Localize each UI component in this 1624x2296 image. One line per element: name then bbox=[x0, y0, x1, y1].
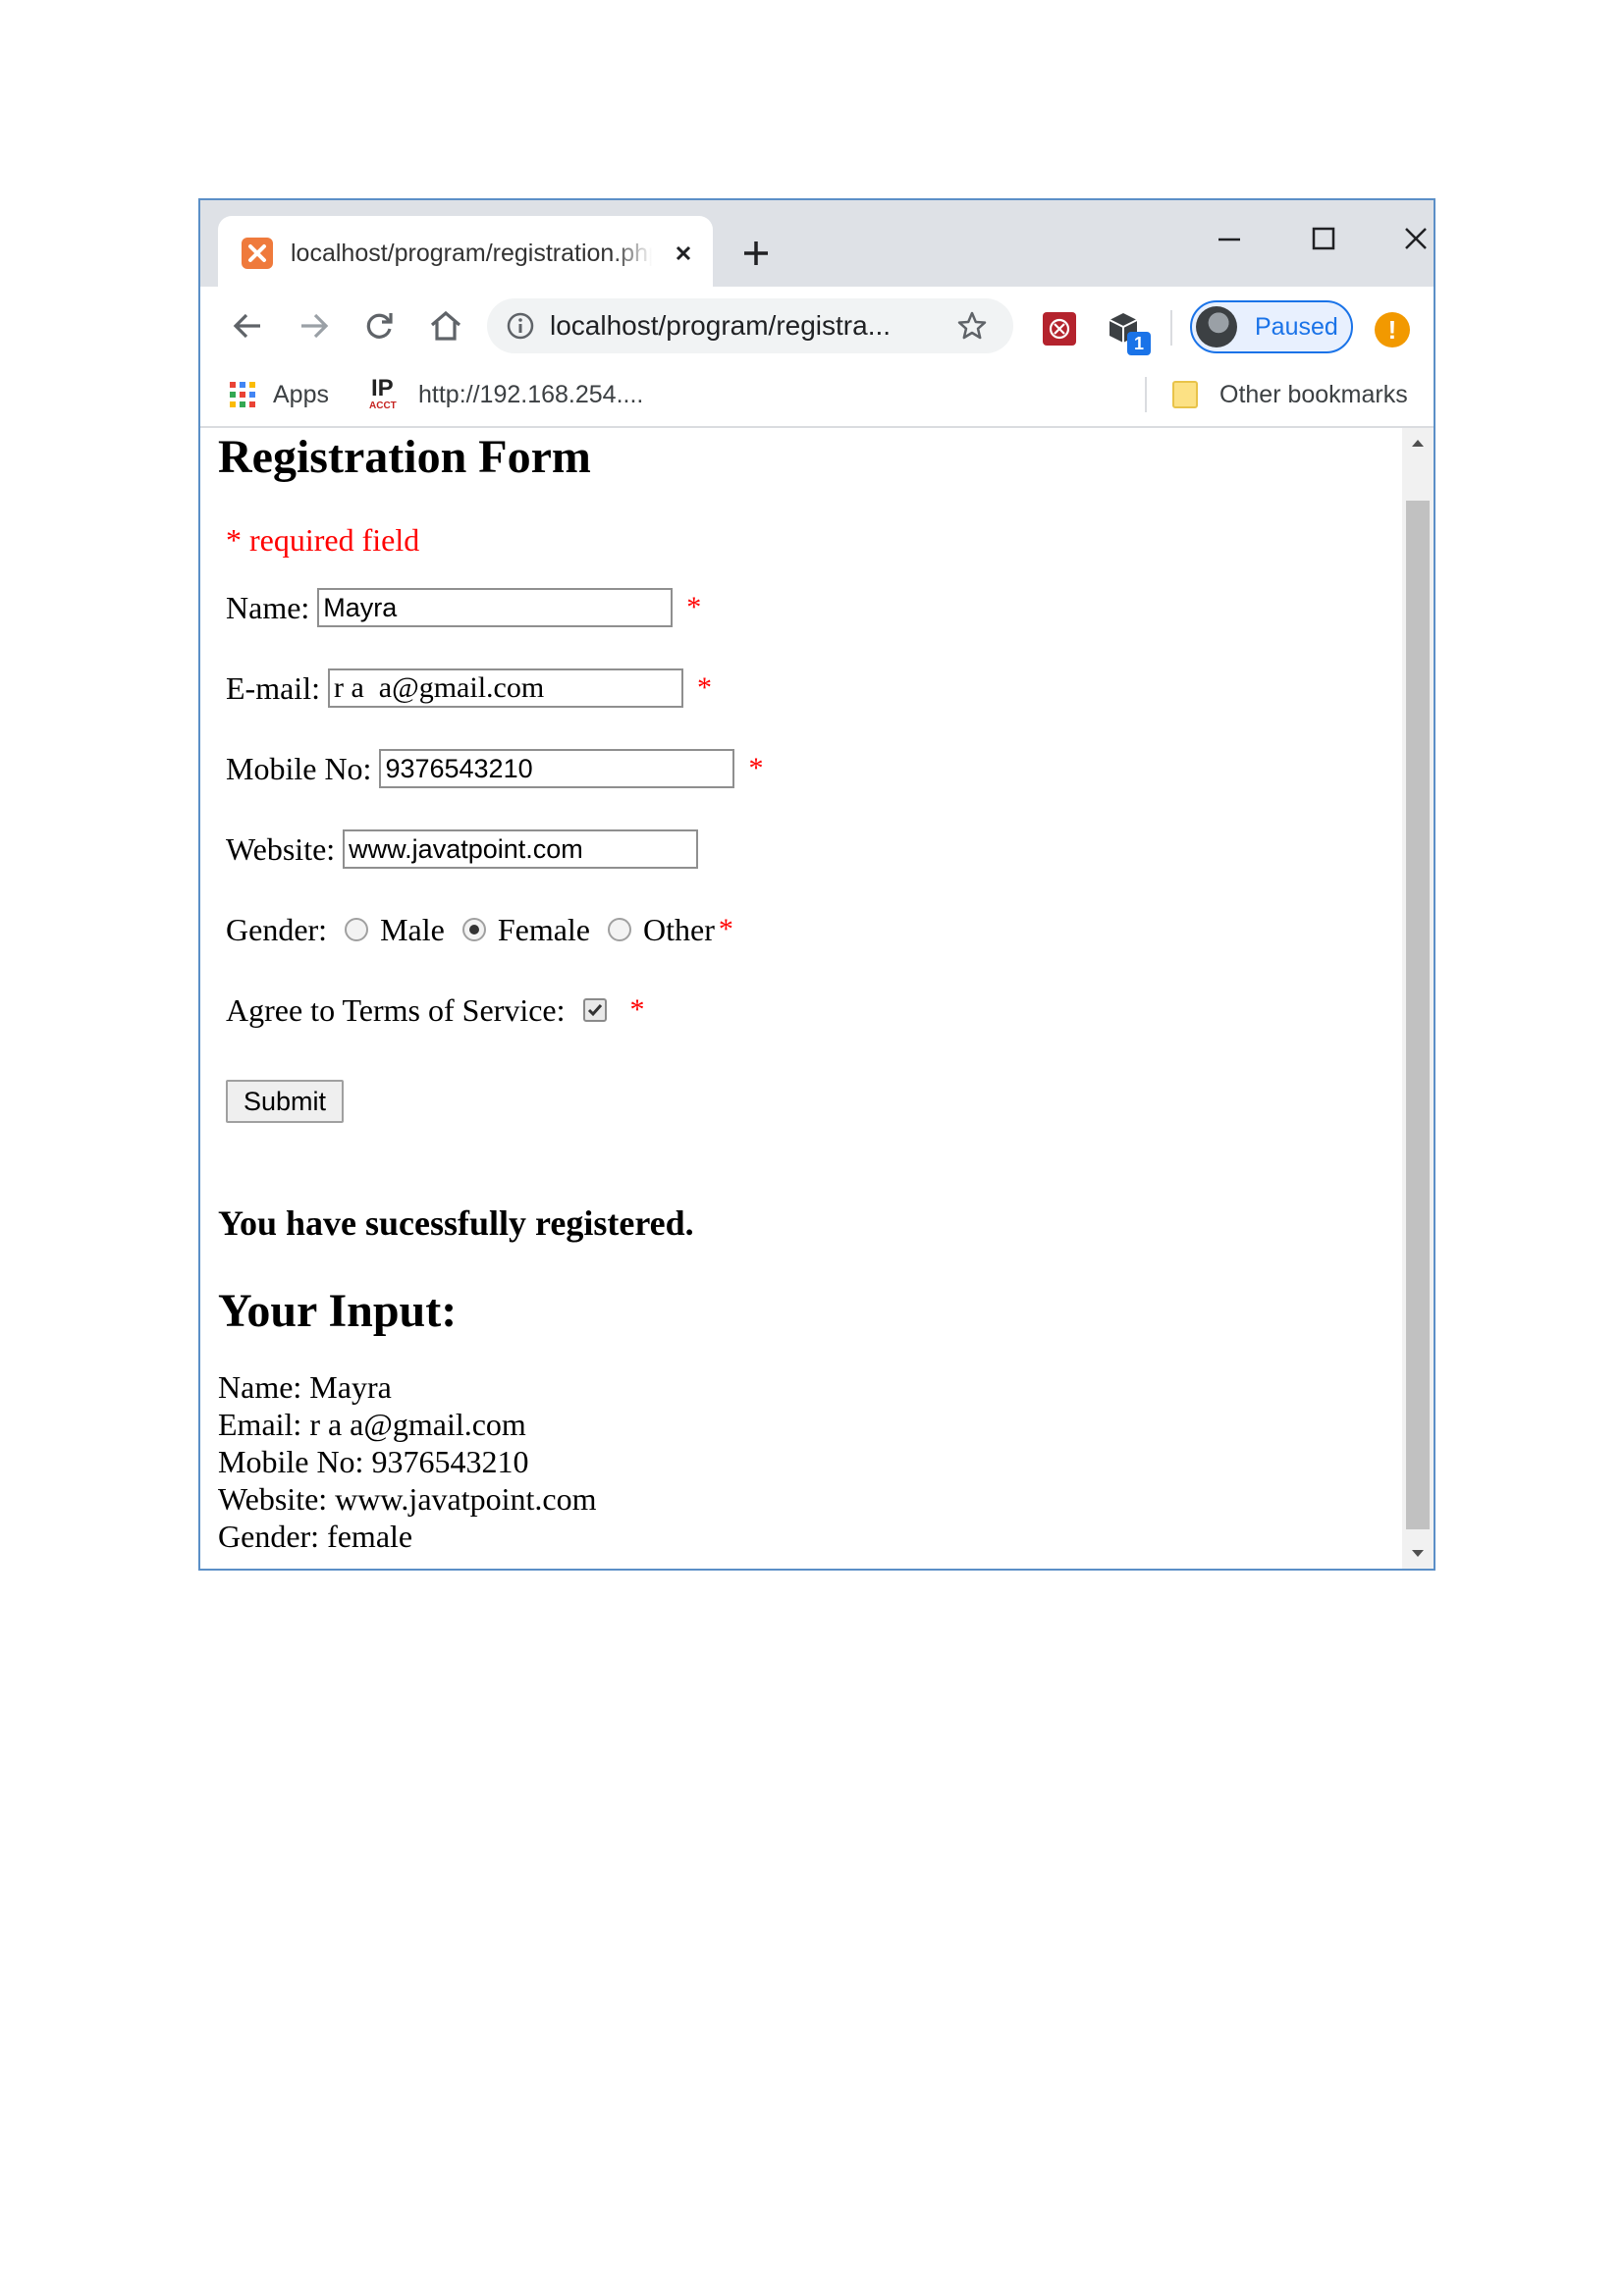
tab-registration[interactable]: localhost/program/registration.php bbox=[218, 216, 713, 287]
bookmark-other[interactable]: Other bookmarks bbox=[1172, 375, 1408, 414]
home-icon bbox=[430, 310, 461, 341]
gender-other-radio[interactable] bbox=[608, 918, 631, 941]
minimize-icon bbox=[1218, 238, 1240, 241]
extension-badge: 1 bbox=[1127, 332, 1151, 355]
tab-strip: localhost/program/registration.php bbox=[200, 200, 1434, 287]
page-viewport: Registration Form * required field Name:… bbox=[200, 428, 1434, 1569]
required-star: * bbox=[629, 993, 645, 1026]
required-star: * bbox=[696, 671, 712, 704]
mobile-label: Mobile No: bbox=[226, 751, 372, 786]
scrollbar-thumb[interactable] bbox=[1406, 501, 1430, 1529]
back-icon bbox=[233, 313, 260, 339]
checkmark-icon bbox=[587, 1004, 602, 1017]
address-url: localhost/program/registra... bbox=[550, 310, 892, 341]
gender-other-label: Other bbox=[643, 912, 715, 947]
mobile-row: Mobile No: * bbox=[226, 746, 763, 791]
output-website: Website: www.javatpoint.com bbox=[218, 1481, 597, 1517]
forward-icon bbox=[301, 313, 329, 339]
info-icon[interactable] bbox=[505, 310, 536, 342]
minimize-button[interactable] bbox=[1198, 214, 1261, 263]
toolbar-divider bbox=[1170, 310, 1172, 346]
page-title: Registration Form bbox=[218, 431, 591, 483]
profile-status: Paused bbox=[1255, 313, 1338, 341]
mobile-input[interactable] bbox=[379, 749, 735, 788]
output-email: Email: r a a@gmail.com bbox=[218, 1407, 526, 1442]
scroll-down-arrow-icon[interactable] bbox=[1402, 1539, 1434, 1569]
maximize-icon bbox=[1312, 227, 1335, 250]
reload-button[interactable] bbox=[357, 304, 401, 347]
forward-button[interactable] bbox=[293, 304, 336, 347]
name-input[interactable] bbox=[317, 588, 674, 627]
maximize-button[interactable] bbox=[1292, 214, 1355, 263]
required-star: * bbox=[748, 752, 764, 784]
address-bar[interactable]: localhost/program/registra... bbox=[487, 298, 1013, 353]
required-note: * required field bbox=[226, 522, 420, 558]
folder-icon bbox=[1172, 381, 1198, 408]
gender-male-radio[interactable] bbox=[345, 918, 369, 941]
xampp-favicon-icon bbox=[242, 238, 273, 269]
success-message: You have sucessfully registered. bbox=[218, 1203, 694, 1243]
star-icon[interactable] bbox=[954, 308, 990, 344]
ipacct-logo-icon: IP ACCT bbox=[369, 375, 403, 412]
home-button[interactable] bbox=[424, 304, 467, 347]
output-name: Name: Mayra bbox=[218, 1369, 392, 1405]
email-input[interactable] bbox=[327, 668, 683, 708]
new-tab-button[interactable] bbox=[736, 234, 776, 273]
bookmarks-divider bbox=[1145, 377, 1147, 412]
update-alert-icon[interactable]: ! bbox=[1375, 312, 1410, 347]
bookmark-other-label: Other bookmarks bbox=[1219, 380, 1408, 408]
output-heading: Your Input: bbox=[218, 1285, 458, 1337]
gender-female-radio[interactable] bbox=[461, 918, 486, 941]
bookmark-ip[interactable]: IP ACCT http://192.168.254.... bbox=[369, 375, 643, 414]
required-star: * bbox=[686, 591, 702, 623]
gender-row: Gender: Male Female Other * bbox=[226, 907, 733, 952]
close-window-button[interactable] bbox=[1384, 214, 1434, 263]
name-label: Name: bbox=[226, 590, 310, 625]
submit-button[interactable]: Submit bbox=[226, 1080, 345, 1123]
website-input[interactable] bbox=[343, 829, 699, 869]
output-gender: Gender: female bbox=[218, 1519, 413, 1554]
bookmark-apps[interactable]: Apps bbox=[230, 375, 329, 414]
ipacct-logo-sub: ACCT bbox=[369, 400, 397, 411]
email-label: E-mail: bbox=[226, 670, 320, 706]
ipacct-logo-text: IP bbox=[371, 375, 394, 401]
bookmark-apps-label: Apps bbox=[273, 380, 329, 408]
close-icon bbox=[1405, 228, 1427, 249]
plus-icon bbox=[744, 241, 768, 265]
website-row: Website: bbox=[226, 827, 708, 872]
terms-row: Agree to Terms of Service: * bbox=[226, 988, 645, 1033]
website-label: Website: bbox=[226, 831, 336, 867]
output-block: Name: Mayra Email: r a a@gmail.com Mobil… bbox=[218, 1368, 596, 1555]
gender-male-label: Male bbox=[380, 912, 445, 947]
terms-label: Agree to Terms of Service: bbox=[226, 992, 566, 1028]
terms-checkbox[interactable] bbox=[582, 998, 607, 1022]
vertical-scrollbar[interactable] bbox=[1402, 428, 1434, 1569]
tab-close-icon[interactable] bbox=[668, 238, 699, 269]
profile-button[interactable]: Paused bbox=[1190, 300, 1353, 353]
gender-label: Gender: bbox=[226, 912, 328, 947]
scroll-up-arrow-icon[interactable] bbox=[1402, 428, 1434, 457]
bookmark-ip-label: http://192.168.254.... bbox=[418, 380, 644, 408]
tab-title: localhost/program/registration.php bbox=[291, 236, 652, 271]
apps-icon bbox=[230, 382, 255, 407]
browser-toolbar: localhost/program/registra... 1 Paused ! bbox=[200, 287, 1434, 365]
avatar bbox=[1196, 306, 1237, 347]
required-star: * bbox=[718, 913, 733, 945]
gender-female-label: Female bbox=[497, 912, 590, 947]
name-row: Name: * bbox=[226, 585, 701, 630]
browser-window: localhost/program/registration.php local… bbox=[198, 198, 1435, 1571]
extension-blocker-icon[interactable] bbox=[1043, 312, 1076, 346]
email-row: E-mail: * bbox=[226, 666, 712, 711]
extension-icon[interactable]: 1 bbox=[1104, 308, 1151, 355]
back-button[interactable] bbox=[226, 304, 269, 347]
output-mobile: Mobile No: 9376543210 bbox=[218, 1444, 529, 1479]
bookmarks-bar: Apps IP ACCT http://192.168.254.... Othe… bbox=[200, 365, 1434, 428]
reload-icon bbox=[366, 313, 393, 339]
